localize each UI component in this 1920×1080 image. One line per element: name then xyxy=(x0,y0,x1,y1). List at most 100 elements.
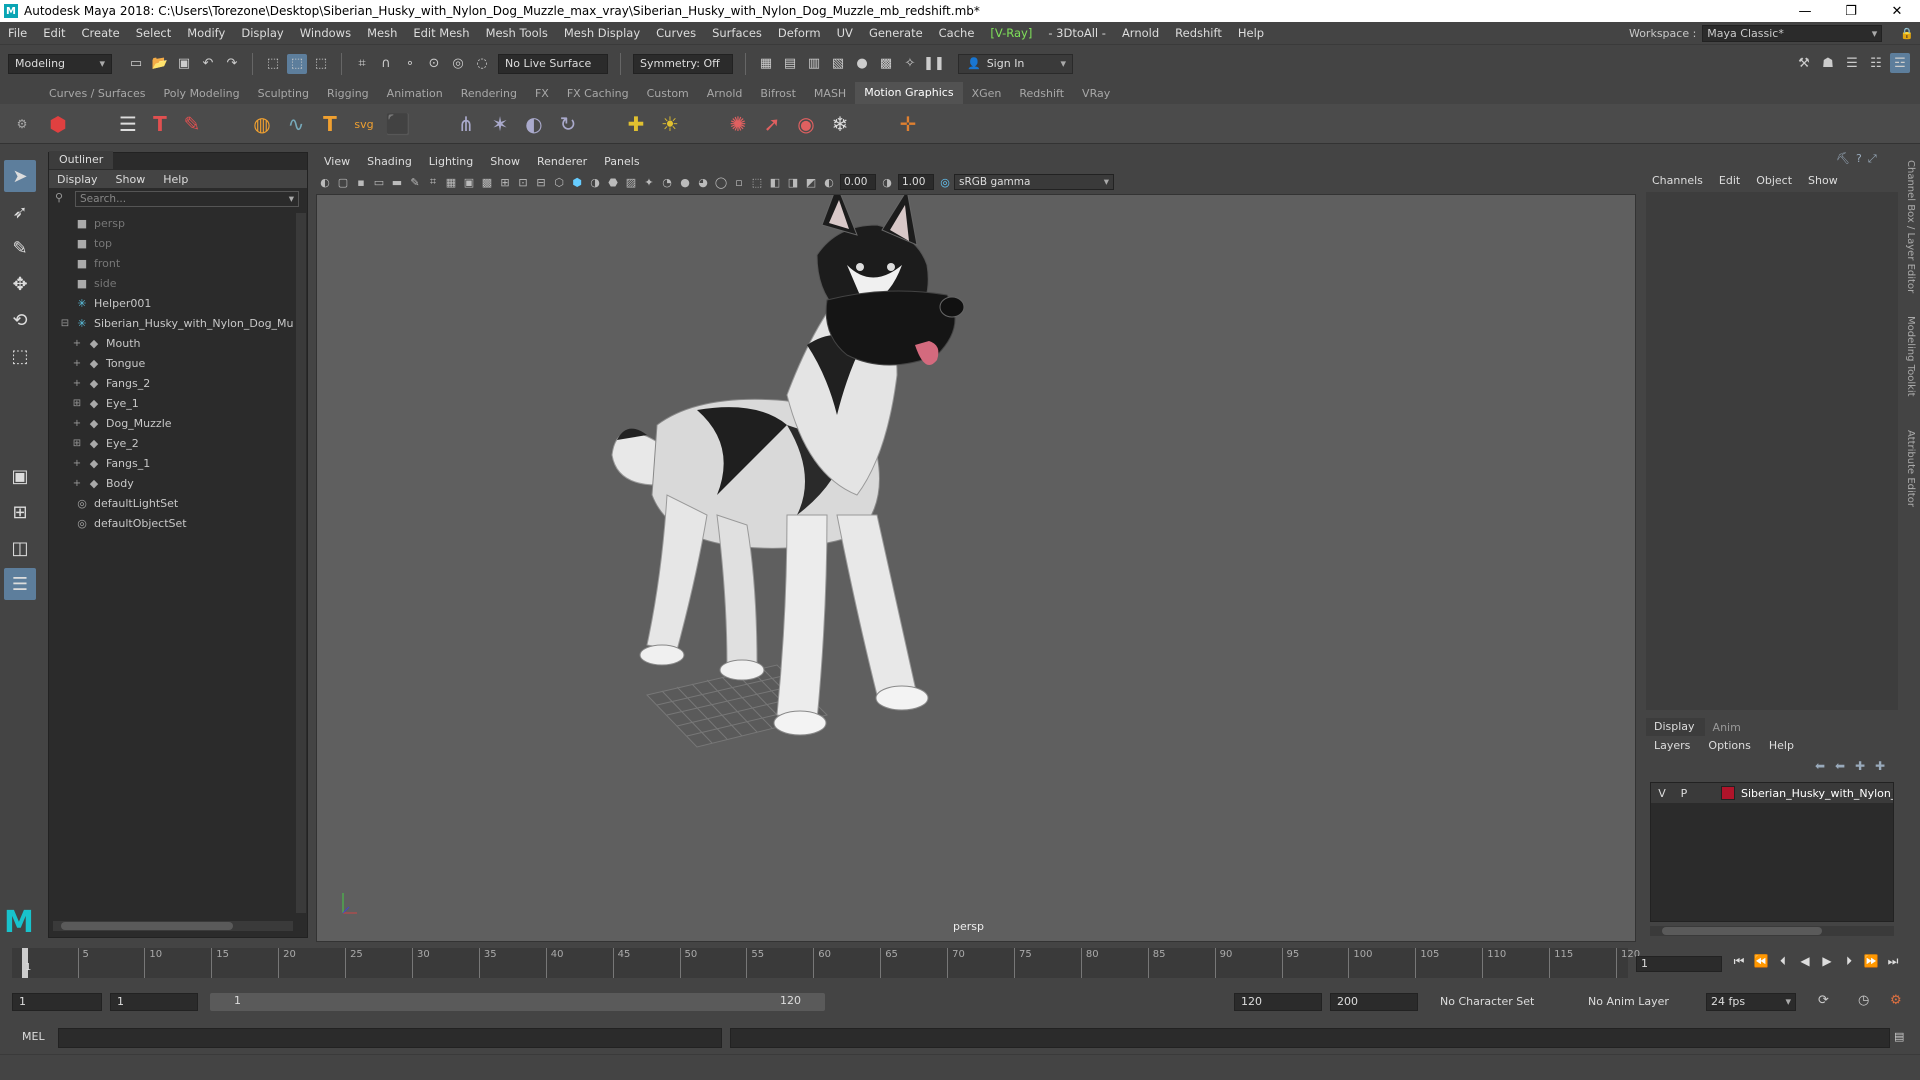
outliner-menu-display[interactable]: Display xyxy=(49,173,108,186)
outliner-item[interactable]: ■ side xyxy=(49,273,294,293)
menu-edit[interactable]: Edit xyxy=(35,26,73,40)
exposure-icon[interactable]: ◐ xyxy=(821,174,837,190)
svg-icon[interactable]: svg xyxy=(350,110,378,138)
pause-icon[interactable]: ❚❚ xyxy=(923,54,945,74)
menu-file[interactable]: File xyxy=(0,26,35,40)
snap-view-icon[interactable]: ⊙ xyxy=(424,54,444,74)
side-tab-attribute-editor[interactable]: Attribute Editor xyxy=(1905,430,1916,507)
tab-display[interactable]: Display xyxy=(1646,718,1705,736)
menu-select[interactable]: Select xyxy=(128,26,179,40)
play-backward-icon[interactable]: ◀ xyxy=(1794,954,1816,969)
color-space-select[interactable]: sRGB gamma xyxy=(954,174,1114,190)
render-settings-icon[interactable]: ▧ xyxy=(828,54,848,74)
shelf-tab-rendering[interactable]: Rendering xyxy=(452,87,526,100)
shelf-tab-bifrost[interactable]: Bifrost xyxy=(751,87,805,100)
preferences-icon[interactable]: ⚙ xyxy=(1890,993,1902,1008)
color-management-icon[interactable]: ◎ xyxy=(937,174,953,190)
list-icon[interactable]: ☰ xyxy=(114,110,142,138)
menu-edit-mesh[interactable]: Edit Mesh xyxy=(405,26,477,40)
move-layer-down-icon[interactable]: ⬅ xyxy=(1830,759,1850,773)
layer-visibility-toggle[interactable]: V xyxy=(1651,787,1673,800)
auto-key-icon[interactable]: ◷ xyxy=(1858,993,1869,1008)
tool-settings-icon[interactable]: ☷ xyxy=(1866,53,1886,73)
paint-icon[interactable]: ✎ xyxy=(178,110,206,138)
side-tab-channel-box[interactable]: Channel Box / Layer Editor xyxy=(1905,160,1916,293)
type-tool-icon[interactable]: T xyxy=(146,110,174,138)
select-tool-icon[interactable]: ➤ xyxy=(4,160,36,192)
shelf-tab-motion-graphics[interactable]: Motion Graphics xyxy=(855,82,963,104)
attribute-editor-icon[interactable]: ☰ xyxy=(1842,53,1862,73)
viewport-menu-shading[interactable]: Shading xyxy=(359,155,421,168)
hypershade-icon[interactable]: ● xyxy=(852,54,872,74)
outliner-item[interactable]: ⊟ ✳ Siberian_Husky_with_Nylon_Dog_Mu xyxy=(49,313,294,333)
image-plane-icon[interactable]: ▭ xyxy=(371,174,387,190)
expand-toggle[interactable]: + xyxy=(71,418,83,429)
light-icon[interactable]: ☀ xyxy=(656,110,684,138)
wireframe-on-shaded-icon[interactable]: ⬣ xyxy=(605,174,621,190)
expand-toggle[interactable]: + xyxy=(71,478,83,489)
float-panel-icon[interactable]: ⤢ xyxy=(1868,152,1877,166)
shelf-tab-mash[interactable]: MASH xyxy=(805,87,855,100)
lock-icon[interactable]: 🔒 xyxy=(1900,27,1914,40)
character-set-select[interactable]: No Character Set xyxy=(1440,993,1534,1011)
shelf-tab-arnold[interactable]: Arnold xyxy=(698,87,752,100)
film-gate-icon[interactable]: ▦ xyxy=(443,174,459,190)
play-forward-icon[interactable]: ▶ xyxy=(1816,954,1838,969)
maximize-button[interactable]: ❐ xyxy=(1828,0,1874,22)
select-component-icon[interactable]: ⬚ xyxy=(311,54,331,74)
render-setup-icon[interactable]: ▩ xyxy=(876,54,896,74)
sign-in-button[interactable]: 👤 Sign In xyxy=(958,53,1073,74)
outliner-search-input[interactable]: Search... xyxy=(75,191,299,207)
character-controls-icon[interactable]: ☗ xyxy=(1818,53,1838,73)
shelf-tab-fx[interactable]: FX xyxy=(526,87,558,100)
outliner-item[interactable]: ■ top xyxy=(49,233,294,253)
lasso-tool-icon[interactable]: ➶ xyxy=(4,196,36,228)
snap-surface-icon[interactable]: ◎ xyxy=(448,54,468,74)
outliner-layout-icon[interactable]: ☰ xyxy=(4,568,36,600)
outliner-item[interactable]: + ◆ Tongue xyxy=(49,353,294,373)
outliner-item[interactable]: ⊞ ◆ Eye_1 xyxy=(49,393,294,413)
xray-icon[interactable]: ◧ xyxy=(767,174,783,190)
xray-joints-icon[interactable]: ◨ xyxy=(785,174,801,190)
close-button[interactable]: ✕ xyxy=(1874,0,1920,22)
depth-of-field-icon[interactable]: ▫ xyxy=(731,174,747,190)
snowflake-icon[interactable]: ❄ xyxy=(826,110,854,138)
menu-uv[interactable]: UV xyxy=(829,26,861,40)
instancer-icon[interactable]: ⋔ xyxy=(452,110,480,138)
select-hierarchy-icon[interactable]: ⬚ xyxy=(263,54,283,74)
axis-tool-icon[interactable]: ✚ xyxy=(622,110,650,138)
anti-aliasing-icon[interactable]: ◯ xyxy=(713,174,729,190)
expand-toggle[interactable]: + xyxy=(71,458,83,469)
open-scene-icon[interactable]: 📂 xyxy=(150,54,170,74)
outliner-item[interactable]: + ◆ Mouth xyxy=(49,333,294,353)
channel-box-menu-show[interactable]: Show xyxy=(1802,174,1848,187)
symmetry-select[interactable]: Symmetry: Off xyxy=(633,53,733,74)
menu-v-ray[interactable]: [V-Ray] xyxy=(982,26,1040,40)
menu-generate[interactable]: Generate xyxy=(861,26,931,40)
outliner-item[interactable]: ■ front xyxy=(49,253,294,273)
menu-mesh-display[interactable]: Mesh Display xyxy=(556,26,648,40)
time-slider-track[interactable]: 1 5 10 15 20 25 30 35 40 45 50 55 60 65 70 75 80 85 90 95 1… xyxy=(12,948,1640,978)
animation-start-field[interactable]: 1 xyxy=(12,993,102,1011)
field-icon[interactable]: ➚ xyxy=(758,110,786,138)
toggle-display-icon[interactable]: ⛏ xyxy=(1836,152,1850,166)
new-scene-icon[interactable]: ▭ xyxy=(126,54,146,74)
outliner-tab[interactable]: Outliner xyxy=(49,151,114,169)
layer-editor-scrollbar[interactable] xyxy=(1650,926,1894,936)
single-view-icon[interactable]: ▣ xyxy=(4,460,36,492)
outliner-menu-show[interactable]: Show xyxy=(108,173,156,186)
expand-toggle[interactable]: ⊞ xyxy=(71,438,83,449)
menu-redshift[interactable]: Redshift xyxy=(1167,26,1230,40)
snap-curve-icon[interactable]: ∩ xyxy=(376,54,396,74)
shelf-tab-sculpting[interactable]: Sculpting xyxy=(249,87,318,100)
crosshair-icon[interactable]: ✛ xyxy=(894,110,922,138)
box-icon[interactable]: ⬛ xyxy=(384,110,412,138)
menu-curves[interactable]: Curves xyxy=(648,26,704,40)
shelf-tab-rigging[interactable]: Rigging xyxy=(318,87,378,100)
menu-surfaces[interactable]: Surfaces xyxy=(704,26,770,40)
distribute-icon[interactable]: ✶ xyxy=(486,110,514,138)
select-object-icon[interactable]: ⬚ xyxy=(287,53,307,74)
outliner-item[interactable]: + ◆ Body xyxy=(49,473,294,493)
expand-toggle[interactable]: + xyxy=(71,378,83,389)
shelf-tab-custom[interactable]: Custom xyxy=(638,87,698,100)
